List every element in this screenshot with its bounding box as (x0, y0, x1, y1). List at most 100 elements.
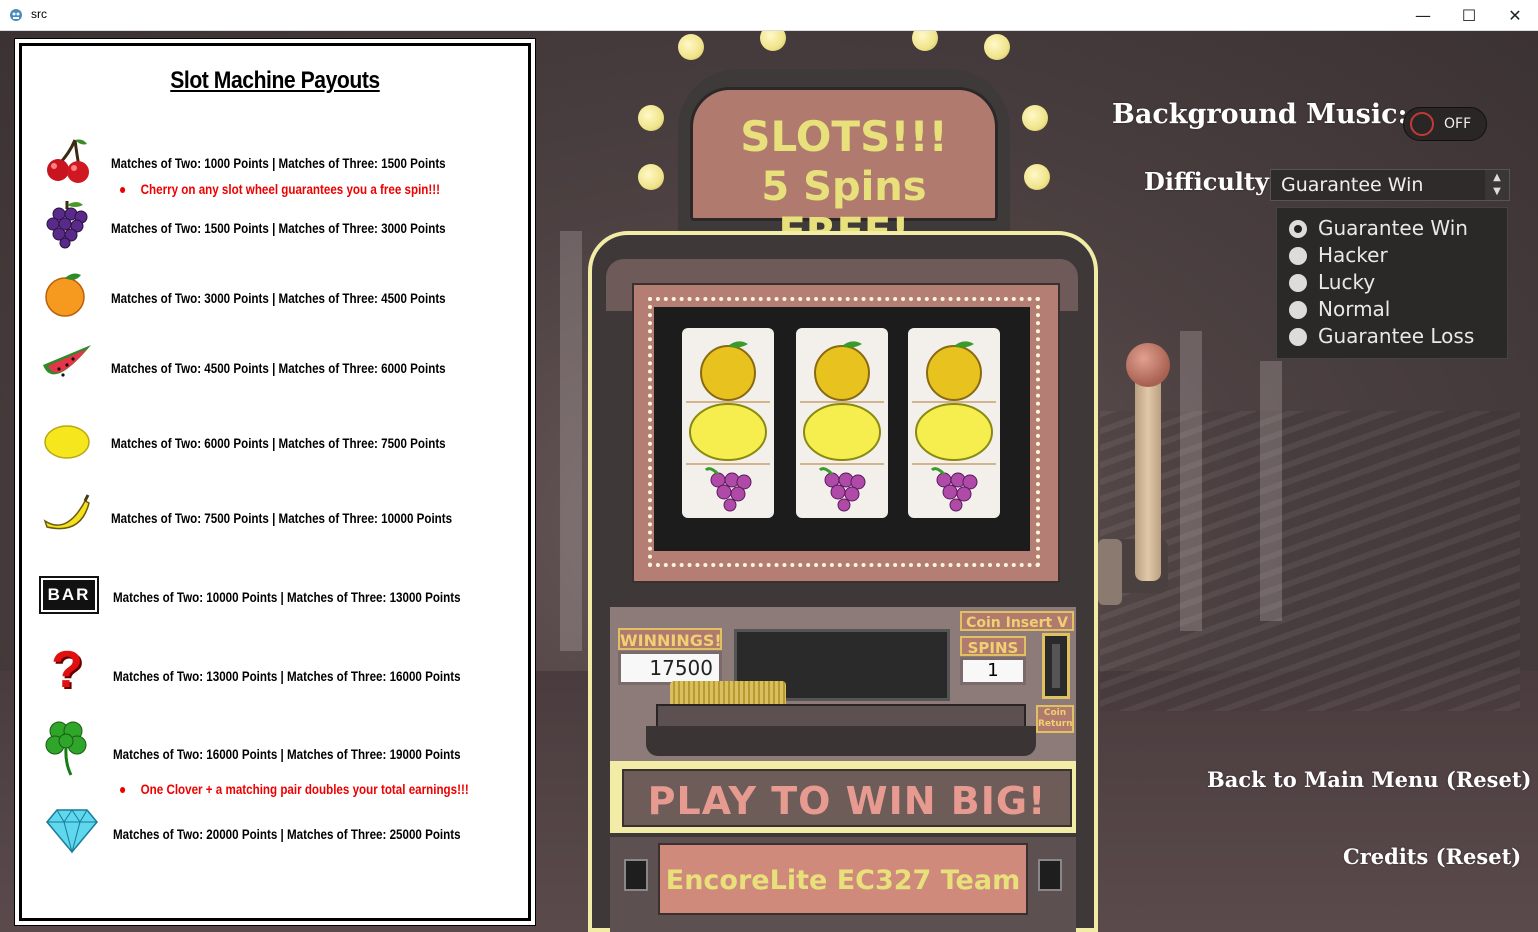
option-label: Guarantee Loss (1318, 324, 1475, 348)
radio-icon (1289, 328, 1307, 346)
bullet-dot (120, 787, 126, 794)
marquee-bulb (1022, 105, 1048, 131)
marquee-bulb (984, 34, 1010, 60)
music-label: Background Music: (1112, 99, 1408, 130)
payout-row-bar: BAR Matches of Two: 10000 Points | Match… (15, 564, 535, 624)
music-toggle[interactable]: OFF (1403, 107, 1487, 141)
updown-arrow-icon: ▲ ▼ (1485, 170, 1509, 200)
option-label: Normal (1318, 297, 1391, 321)
background-column (1260, 361, 1282, 621)
watermelon-icon (43, 345, 91, 377)
option-label: Hacker (1318, 243, 1388, 267)
topper-sign: SLOTS!!! 5 Spins FREE! (690, 87, 998, 256)
slot-machine: SLOTS!!! 5 Spins FREE! (588, 31, 1098, 932)
coin-insert-label: Coin Insert V (960, 611, 1074, 631)
reel-1 (682, 328, 774, 518)
topper-title: SLOTS!!! (740, 112, 948, 161)
payout-text: Matches of Two: 20000 Points | Matches o… (113, 827, 461, 842)
winnings-label: WINNINGS! (618, 628, 722, 650)
minimize-icon: — (1415, 6, 1431, 25)
tray-base (646, 726, 1036, 756)
grapes-icon (46, 201, 88, 249)
payout-note-clover: One Clover + a matching pair doubles you… (120, 782, 469, 797)
radio-selected-icon (1289, 220, 1307, 238)
marquee-bulb (678, 34, 704, 60)
payout-row-cherry: Matches of Two: 1000 Points | Matches of… (15, 129, 535, 189)
lemon-icon (915, 403, 993, 461)
spins-display: 1 (960, 657, 1026, 685)
difficulty-label: Difficulty: (1144, 167, 1278, 196)
payout-text: Matches of Two: 10000 Points | Matches o… (113, 590, 461, 605)
lever-knob[interactable] (1126, 343, 1170, 387)
reel-2 (796, 328, 888, 518)
payout-text: Matches of Two: 13000 Points | Matches o… (113, 669, 461, 684)
background-column (1180, 331, 1202, 631)
difficulty-select[interactable]: Guarantee Win ▲ ▼ (1270, 169, 1510, 201)
banana-icon (43, 494, 90, 530)
marquee-bulb (1024, 164, 1050, 190)
question-mark-icon: ? (51, 641, 83, 699)
marquee-bulb (912, 31, 938, 51)
grapes-icon (936, 472, 978, 512)
window-titlebar: src — ☐ ✕ (0, 0, 1538, 31)
marquee-bulb (638, 164, 664, 190)
payout-text: Matches of Two: 16000 Points | Matches o… (113, 747, 461, 762)
reel-symbols (800, 341, 884, 512)
bullet-dot (120, 187, 126, 194)
radio-icon (1289, 301, 1307, 319)
reel-3 (908, 328, 1000, 518)
coin-insert-slot[interactable] (1042, 633, 1070, 699)
grapes-icon (824, 472, 866, 512)
close-button[interactable]: ✕ (1492, 0, 1538, 31)
grapes-icon (710, 472, 752, 512)
payout-row-diamond: Matches of Two: 20000 Points | Matches o… (15, 801, 535, 861)
orange-icon (814, 345, 870, 401)
clover-icon (45, 721, 87, 776)
back-to-menu-button[interactable]: Back to Main Menu (Reset) (1207, 767, 1531, 792)
payout-row-watermelon: Matches of Two: 4500 Points | Matches of… (15, 335, 535, 395)
payout-row-question-mark: ? Matches of Two: 13000 Points | Matches… (15, 642, 535, 702)
team-plate: EncoreLite EC327 Team (658, 843, 1028, 915)
play-banner-text: PLAY TO WIN BIG! (647, 779, 1047, 823)
orange-icon (926, 345, 982, 401)
payout-table-heading: Slot Machine Payouts (170, 67, 380, 94)
payout-row-lemon: Matches of Two: 6000 Points | Matches of… (15, 410, 535, 470)
payout-text: Matches of Two: 3000 Points | Matches of… (111, 291, 446, 306)
payout-table-panel: Slot Machine Payouts Matches of Two: 100… (14, 38, 536, 926)
maximize-button[interactable]: ☐ (1446, 0, 1492, 31)
lemon-icon (689, 403, 767, 461)
reel-symbols (912, 341, 996, 512)
lemon-icon (803, 403, 881, 461)
radio-icon (1289, 274, 1307, 292)
option-label: Lucky (1318, 270, 1376, 294)
marquee-bulb (638, 105, 664, 131)
game-scene: Slot Machine Payouts Matches of Two: 100… (0, 31, 1538, 932)
play-banner[interactable]: PLAY TO WIN BIG! (622, 769, 1072, 827)
diamond-icon (46, 809, 98, 854)
minimize-button[interactable]: — (1400, 0, 1446, 31)
payout-row-orange: Matches of Two: 3000 Points | Matches of… (15, 265, 535, 325)
spins-label: SPINS (960, 636, 1026, 657)
option-label: Guarantee Win (1318, 216, 1468, 240)
toggle-knob (1410, 112, 1434, 136)
team-name: EncoreLite EC327 Team (665, 865, 1021, 896)
credits-button[interactable]: Credits (Reset) (1343, 844, 1521, 869)
cherry-icon (47, 139, 89, 183)
payout-note-text: One Clover + a matching pair doubles you… (140, 782, 469, 797)
orange-icon (45, 273, 85, 317)
payout-text: Matches of Two: 4500 Points | Matches of… (111, 361, 446, 376)
toggle-state: OFF (1444, 116, 1472, 132)
radio-icon (1289, 247, 1307, 265)
spin-lever[interactable] (1135, 371, 1161, 581)
orange-icon (700, 345, 756, 401)
bar-icon: BAR (41, 578, 97, 612)
background-column (560, 231, 582, 651)
base-vent (624, 859, 648, 891)
close-icon: ✕ (1508, 6, 1522, 25)
winnings-display: 17500 (618, 651, 722, 685)
base-vent (1038, 859, 1062, 891)
tray-lip (656, 704, 1026, 728)
payout-row-banana: Matches of Two: 7500 Points | Matches of… (15, 485, 535, 545)
maximize-icon: ☐ (1461, 6, 1477, 25)
coin-return-button[interactable]: Coin Return (1036, 705, 1074, 733)
